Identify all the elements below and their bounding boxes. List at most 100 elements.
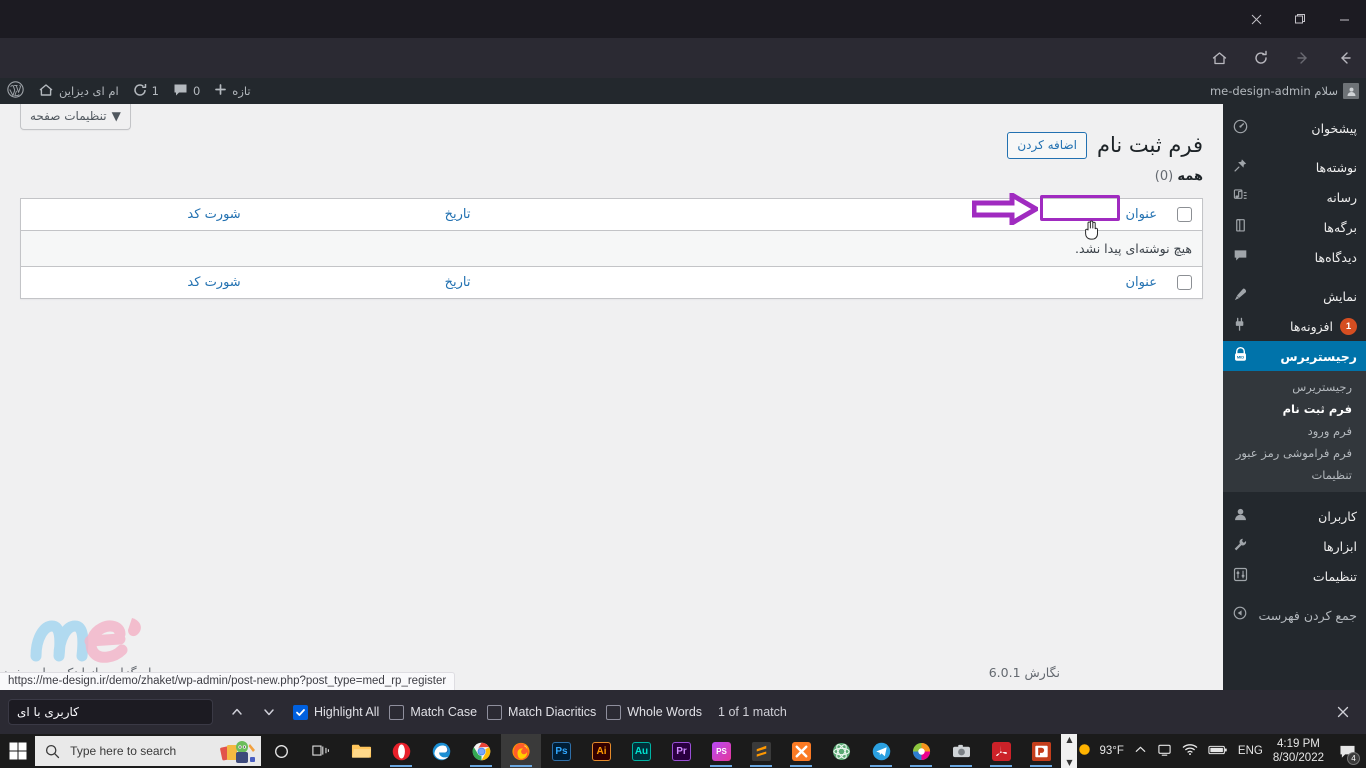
sidebar-item-users[interactable]: کاربران — [1223, 501, 1366, 531]
checkbox-match-case[interactable] — [389, 704, 405, 720]
menu-spacer — [1223, 272, 1366, 281]
adobe-acrobat-icon[interactable] — [981, 734, 1021, 768]
taskbar-search-box[interactable]: Type here to search — [35, 736, 262, 766]
admin-bar-comments[interactable]: 0 — [166, 78, 207, 104]
windows-taskbar: Type here to search Ps Ai Au Pr PS ▲ ▼ 9… — [0, 734, 1366, 768]
select-all-footer-header[interactable] — [1167, 266, 1203, 299]
admin-bar-howdy-label: سلام me-design-admin — [1209, 84, 1338, 98]
file-explorer-icon[interactable] — [341, 734, 381, 768]
find-close-button[interactable] — [1328, 698, 1358, 726]
close-window-button[interactable] — [1234, 0, 1278, 38]
xampp-icon[interactable] — [781, 734, 821, 768]
back-button[interactable] — [1328, 42, 1362, 74]
dashboard-icon — [1231, 119, 1249, 138]
submenu-item-settings[interactable]: تنظیمات — [1223, 464, 1366, 486]
sidebar-item-settings[interactable]: تنظیمات — [1223, 561, 1366, 591]
submenu-item-login-form[interactable]: فرم ورود — [1223, 420, 1366, 442]
find-previous-button[interactable] — [223, 699, 251, 725]
firefox-icon[interactable] — [501, 734, 542, 768]
notifications-count-badge: 4 — [1347, 752, 1360, 765]
admin-bar-updates[interactable]: 1 — [126, 78, 166, 104]
atom-icon[interactable] — [821, 734, 861, 768]
web-page-viewport: سلام me-design-admin تازه 0 1 ام ای دیزا… — [0, 78, 1366, 690]
home-button[interactable] — [1202, 42, 1236, 74]
forward-button[interactable] — [1286, 42, 1320, 74]
cortana-icon[interactable] — [261, 734, 301, 768]
find-input[interactable]: کاربری با ای — [8, 699, 213, 725]
admin-bar-site-name[interactable]: ام ای دیزاین — [31, 78, 126, 104]
sublime-text-icon[interactable] — [741, 734, 781, 768]
select-all-header[interactable] — [1167, 198, 1203, 232]
checkbox-whole-words[interactable] — [606, 704, 622, 720]
reload-button[interactable] — [1244, 42, 1278, 74]
column-footer-title[interactable]: عنوان — [480, 266, 1167, 299]
sidebar-item-tools[interactable]: ابزارها — [1223, 531, 1366, 561]
submenu-item-forgot-password-form[interactable]: فرم فراموشی رمز عبور — [1223, 442, 1366, 464]
sidebar-item-comments[interactable]: دیدگاه‌ها — [1223, 242, 1366, 272]
sidebar-item-appearance[interactable]: نمایش — [1223, 281, 1366, 311]
sidebar-item-media[interactable]: رسانه — [1223, 182, 1366, 212]
clock-time: 4:19 PM — [1277, 737, 1320, 750]
plugins-update-badge: 1 — [1340, 317, 1357, 335]
checkbox-highlight-all[interactable] — [293, 704, 308, 720]
admin-bar-wp-logo[interactable] — [0, 78, 31, 104]
google-chrome-icon[interactable] — [461, 734, 501, 768]
notifications-button[interactable]: 4 — [1334, 734, 1360, 768]
wifi-icon[interactable] — [1182, 743, 1198, 759]
submenu-item-register-form[interactable]: فرم ثبت نام — [1223, 398, 1366, 420]
post-status-filter-list: همه (0) — [20, 169, 1203, 184]
language-indicator[interactable]: ENG — [1238, 745, 1263, 757]
powerpoint-icon[interactable] — [1021, 734, 1061, 768]
microsoft-edge-icon[interactable] — [421, 734, 461, 768]
sidebar-item-pages[interactable]: برگه‌ها — [1223, 212, 1366, 242]
column-header-date[interactable]: تاریخ — [250, 198, 481, 232]
checkbox-match-diacritics[interactable] — [487, 704, 503, 720]
sidebar-item-plugins[interactable]: افزونه‌ها 1 — [1223, 311, 1366, 341]
clock-widget[interactable]: 4:19 PM 8/30/2022 — [1273, 737, 1324, 766]
find-option-whole-words[interactable]: Whole Words — [606, 704, 703, 720]
collapse-icon — [1231, 606, 1249, 624]
search-mascot-icon — [220, 741, 256, 763]
find-option-highlight-all[interactable]: Highlight All — [293, 704, 379, 720]
chevron-up-icon[interactable]: ▲ — [1066, 735, 1072, 744]
select-all-checkbox[interactable] — [1177, 207, 1192, 223]
premiere-icon[interactable]: Pr — [661, 734, 701, 768]
admin-bar-howdy[interactable]: سلام me-design-admin — [1203, 78, 1366, 104]
windows-start-icon[interactable] — [0, 734, 35, 768]
table-footer-row: عنوان تاریخ شورت کد — [20, 266, 1203, 299]
battery-icon[interactable] — [1208, 744, 1228, 759]
filter-all[interactable]: همه (0) — [20, 169, 1203, 184]
weather-widget[interactable]: 93°F — [1077, 742, 1124, 760]
select-all-checkbox-footer[interactable] — [1177, 275, 1192, 291]
admin-bar-new-content[interactable]: تازه — [207, 78, 257, 104]
find-option-match-case[interactable]: Match Case — [389, 704, 478, 720]
maximize-restore-button[interactable] — [1278, 0, 1322, 38]
pin-icon — [1231, 158, 1249, 177]
audition-icon[interactable]: Au — [621, 734, 661, 768]
collapse-menu-button[interactable]: جمع کردن فهرست — [1223, 600, 1366, 630]
illustrator-icon[interactable]: Ai — [581, 734, 621, 768]
chevron-down-icon[interactable]: ▼ — [1066, 758, 1072, 767]
sidebar-item-posts[interactable]: نوشته‌ها — [1223, 152, 1366, 182]
add-new-button[interactable]: اضافه کردن — [1007, 131, 1087, 159]
task-view-icon[interactable] — [301, 734, 341, 768]
onedrive-icon[interactable] — [1157, 743, 1172, 760]
camera-app-icon[interactable] — [941, 734, 981, 768]
sidebar-item-registerpress[interactable]: رجیستریرس MID — [1223, 341, 1366, 371]
find-option-match-diacritics[interactable]: Match Diacritics — [487, 704, 596, 720]
phpstorm-icon[interactable]: PS — [701, 734, 741, 768]
submenu-item-registerpress[interactable]: رجیستریرس — [1223, 376, 1366, 398]
column-footer-date[interactable]: تاریخ — [250, 266, 481, 299]
opera-icon[interactable] — [381, 734, 421, 768]
photoshop-icon[interactable]: Ps — [541, 734, 581, 768]
sidebar-item-dashboard[interactable]: پیشخوان — [1223, 113, 1366, 143]
find-next-button[interactable] — [255, 699, 283, 725]
column-header-title[interactable]: عنوان — [480, 198, 1167, 232]
chevron-up-icon[interactable] — [1134, 743, 1147, 759]
taskbar-overflow-scroll[interactable]: ▲ ▼ — [1061, 734, 1078, 768]
minimize-button[interactable] — [1322, 0, 1366, 38]
telegram-icon[interactable] — [861, 734, 901, 768]
idm-icon[interactable] — [901, 734, 941, 768]
find-option-label: Match Case — [410, 705, 478, 719]
find-option-label: Whole Words — [627, 705, 703, 719]
